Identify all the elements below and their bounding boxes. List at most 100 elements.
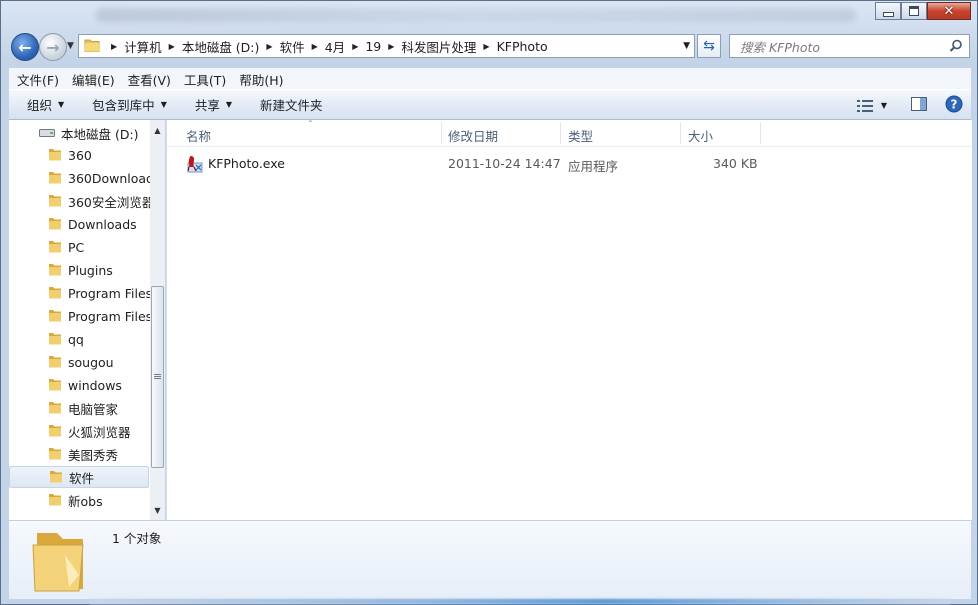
navigation-pane: 本地磁盘 (D:) 360 360Downloads 360安全浏览器 Downloa…	[9, 120, 165, 520]
preview-pane-button[interactable]	[911, 97, 927, 114]
command-bar: 组织 ▼ 包含到库中 ▼ 共享 ▼ 新建文件夹 ▼ ?	[9, 89, 971, 120]
tree-item-label: 电脑管家	[68, 401, 119, 417]
menu-tools[interactable]: 工具(T)	[176, 70, 231, 89]
breadcrumb-separator[interactable]: ▶	[388, 42, 394, 51]
breadcrumb-separator[interactable]: ▶	[169, 42, 175, 51]
search-icon[interactable]	[949, 39, 963, 56]
refresh-button[interactable]: ⇆	[697, 34, 721, 58]
file-type: 应用程序	[568, 159, 619, 174]
breadcrumb-item[interactable]: KFPhoto	[497, 39, 548, 54]
folder-icon	[48, 446, 62, 463]
breadcrumb-item[interactable]: 软件	[280, 37, 305, 56]
scrollbar-thumb[interactable]	[151, 286, 164, 468]
column-divider[interactable]	[760, 122, 761, 144]
tree-item-folder[interactable]: windows	[9, 374, 149, 396]
address-bar[interactable]: ▶ 计算机 ▶ 本地磁盘 (D:) ▶ 软件 ▶ 4月 ▶ 19 ▶ 科发图片处理 ▶ KFPhoto …	[78, 34, 695, 58]
breadcrumb-item[interactable]: 本地磁盘 (D:)	[182, 37, 260, 56]
tree-item-folder[interactable]: 360Downloads	[9, 167, 161, 189]
file-size: 340 KB	[713, 156, 758, 171]
share-label: 共享	[194, 98, 220, 113]
maximize-button[interactable]	[901, 2, 927, 20]
menu-view[interactable]: 查看(V)	[120, 70, 176, 89]
folder-icon	[48, 377, 62, 394]
breadcrumb-separator[interactable]: ▶	[111, 42, 117, 51]
tree-item-folder[interactable]: 美图秀秀	[9, 443, 149, 465]
tree-item-folder[interactable]: sougou	[9, 351, 149, 373]
breadcrumb-separator[interactable]: ▶	[266, 42, 272, 51]
breadcrumb-item[interactable]: 科发图片处理	[401, 37, 476, 56]
tree-item-label: sougou	[68, 354, 114, 370]
history-dropdown-icon[interactable]: ▼	[67, 41, 74, 51]
tree-item-label: 本地磁盘 (D:)	[61, 126, 139, 142]
breadcrumb-item[interactable]: 19	[365, 39, 381, 54]
scroll-down-icon[interactable]: ▼	[150, 502, 165, 518]
close-button[interactable]: ✕	[927, 2, 971, 20]
tree-item-folder[interactable]: 360安全浏览器	[9, 190, 154, 212]
column-type[interactable]: 类型	[568, 126, 593, 145]
forward-arrow-icon: →	[46, 37, 60, 57]
menu-edit[interactable]: 编辑(E)	[64, 70, 120, 89]
tree-item-label: Program Files	[68, 308, 153, 324]
breadcrumb-item[interactable]: 4月	[325, 37, 345, 56]
breadcrumb-separator[interactable]: ▶	[312, 42, 318, 51]
column-divider[interactable]	[441, 122, 442, 144]
folder-icon	[48, 285, 62, 302]
scroll-up-icon[interactable]: ▲	[150, 122, 165, 138]
grip-icon	[154, 374, 161, 380]
tree-item-drive-d[interactable]: 本地磁盘 (D:)	[9, 122, 149, 144]
back-button[interactable]: ←	[11, 33, 39, 61]
include-in-library-button[interactable]: 包含到库中 ▼	[74, 95, 177, 114]
share-button[interactable]: 共享 ▼	[177, 95, 242, 114]
folder-icon	[48, 216, 62, 233]
menu-help[interactable]: 帮助(H)	[231, 70, 288, 89]
folder-icon	[48, 354, 62, 371]
column-divider[interactable]	[560, 122, 561, 144]
tree-item-folder[interactable]: 360	[9, 144, 149, 166]
caption-buttons: ✕	[875, 2, 971, 20]
column-divider[interactable]	[680, 122, 681, 144]
tree-item-folder[interactable]: Program Files	[9, 305, 153, 327]
folder-icon	[48, 239, 62, 256]
breadcrumb-separator[interactable]: ▶	[352, 42, 358, 51]
drive-icon	[39, 128, 55, 138]
forward-button[interactable]: →	[39, 33, 67, 61]
tree-item-folder[interactable]: PC	[9, 236, 149, 258]
tree-item-folder[interactable]: 电脑管家	[9, 397, 149, 419]
column-size[interactable]: 大小	[688, 126, 713, 145]
tree-item-folder[interactable]: 火狐浏览器	[9, 420, 149, 442]
view-options-button[interactable]: ▼	[856, 99, 887, 112]
tree-scrollbar[interactable]: ▲ ▼	[150, 120, 165, 520]
column-name[interactable]: 名称	[186, 126, 211, 145]
refresh-icon: ⇆	[703, 38, 715, 54]
help-icon: ?	[945, 95, 963, 113]
tree-item-folder[interactable]: qq	[9, 328, 149, 350]
tree-item-label: Downloads	[68, 216, 137, 232]
new-folder-label: 新建文件夹	[260, 98, 323, 113]
file-name[interactable]: KFPhoto.exe	[208, 156, 285, 171]
exe-app-icon	[186, 155, 204, 176]
tree-item-label: 软件	[69, 470, 95, 486]
breadcrumb-separator[interactable]: ▶	[483, 42, 489, 51]
folder-icon	[48, 193, 62, 210]
view-controls: ▼ ?	[856, 95, 963, 116]
minimize-button[interactable]	[875, 2, 901, 20]
tree-item-label: 360安全浏览器	[68, 194, 155, 210]
new-folder-button[interactable]: 新建文件夹	[242, 95, 333, 114]
tree-item-folder[interactable]: 软件	[9, 466, 149, 488]
tree-item-folder[interactable]: Program Files	[9, 282, 152, 304]
breadcrumb: 计算机 ▶ 本地磁盘 (D:) ▶ 软件 ▶ 4月 ▶ 19 ▶ 科发图片处理 ▶ KFPhoto	[124, 37, 547, 56]
address-dropdown-icon[interactable]: ▼	[683, 41, 690, 51]
tree-item-folder[interactable]: Plugins	[9, 259, 149, 281]
tree-item-folder[interactable]: Downloads	[9, 213, 149, 235]
organize-button[interactable]: 组织 ▼	[9, 95, 74, 114]
folder-icon	[48, 170, 62, 187]
tree-item-folder[interactable]: 新obs	[9, 489, 149, 511]
file-row[interactable]: KFPhoto.exe 2011-10-24 14:47 应用程序 340 KB	[167, 152, 972, 174]
breadcrumb-item[interactable]: 计算机	[124, 37, 162, 56]
menu-file[interactable]: 文件(F)	[9, 70, 64, 89]
search-box[interactable]	[729, 34, 970, 58]
search-input[interactable]	[738, 38, 942, 56]
help-button[interactable]: ?	[945, 95, 963, 116]
folder-icon	[48, 423, 62, 440]
column-date[interactable]: 修改日期	[448, 126, 498, 145]
